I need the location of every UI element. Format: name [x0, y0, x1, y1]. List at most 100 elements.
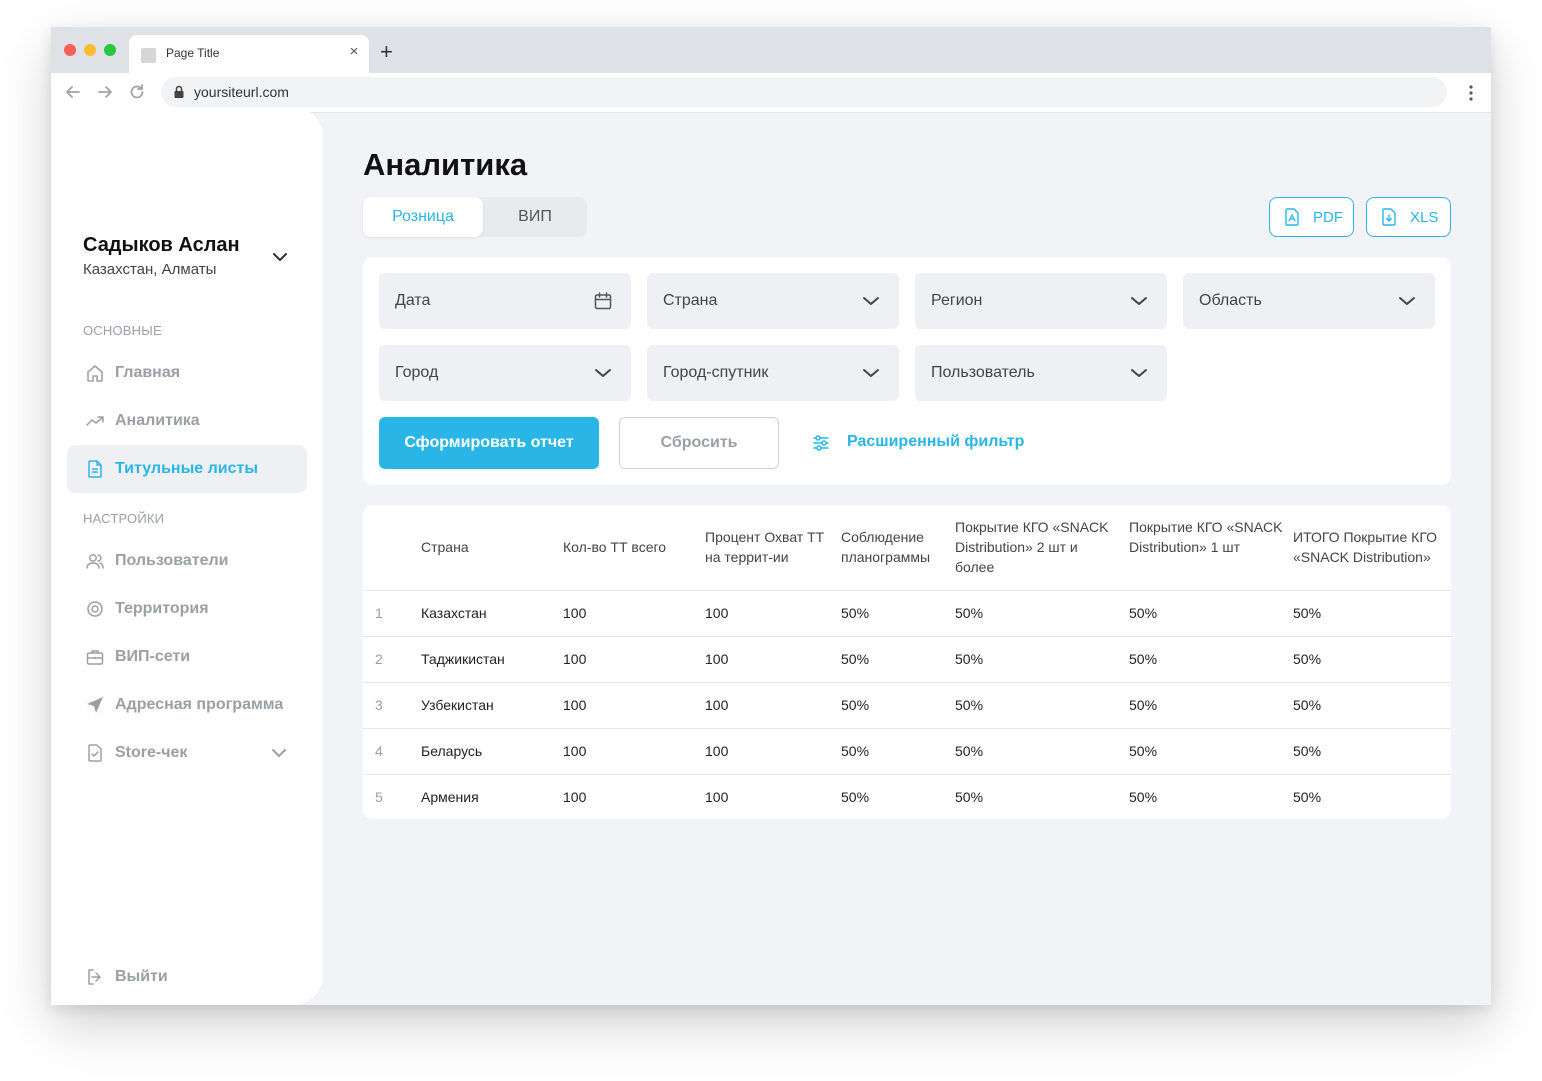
sidebar-item-address-program[interactable]: Адресная программа [67, 681, 307, 729]
date-field[interactable]: Дата [379, 273, 631, 329]
table-row[interactable]: 5 Армения 100 100 50% 50% 50% 50% [363, 775, 1451, 819]
sidebar-item-home[interactable]: Главная [67, 349, 307, 397]
table-header: Страна Кол-во ТТ всего Процент Охват ТТ … [363, 505, 1451, 591]
row-number: 2 [375, 651, 383, 667]
kgo-total-cell: 50% [1293, 651, 1322, 667]
download-file-icon [1382, 208, 1396, 226]
country-select[interactable]: Страна [647, 273, 899, 329]
sidebar-item-label: Территория [115, 600, 209, 617]
new-tab-icon[interactable]: + [380, 41, 393, 63]
window-zoom-button[interactable] [104, 44, 116, 56]
users-icon [86, 554, 104, 569]
sidebar-item-label: Титульные листы [115, 460, 258, 477]
planogram-cell: 50% [841, 651, 870, 667]
export-xls-button[interactable]: XLS [1366, 197, 1451, 237]
total-cell: 100 [563, 743, 587, 759]
table-row[interactable]: 1 Казахстан 100 100 50% 50% 50% 50% [363, 591, 1451, 637]
user-select[interactable]: Пользователь [915, 345, 1167, 401]
sidebar-item-title-sheets[interactable]: Титульные листы [67, 445, 307, 493]
close-tab-icon[interactable]: × [347, 43, 361, 60]
kgo-total-cell: 50% [1293, 789, 1322, 805]
table-row[interactable]: 2 Таджикистан 100 100 50% 50% 50% 50% [363, 637, 1451, 683]
user-name: Садыков Аслан [83, 234, 240, 256]
export-xls-label: XLS [1410, 209, 1439, 226]
page-title: Аналитика [363, 147, 528, 182]
sidebar-item-users[interactable]: Пользователи [67, 537, 307, 585]
table-row[interactable]: 4 Беларусь 100 100 50% 50% 50% 50% [363, 729, 1451, 775]
column-header: Соблюдение планограммы [841, 529, 931, 565]
logout-button[interactable]: Выйти [67, 953, 307, 1001]
calendar-icon[interactable] [593, 291, 613, 311]
total-cell: 100 [563, 605, 587, 621]
kgo1-cell: 50% [1129, 743, 1158, 759]
table-row[interactable]: 3 Узбекистан 100 100 50% 50% 50% 50% [363, 683, 1451, 729]
country-cell: Армения [421, 789, 479, 805]
kgo-total-cell: 50% [1293, 743, 1322, 759]
chevron-down-icon [595, 369, 611, 377]
chevron-down-icon [1131, 297, 1147, 305]
sidebar-item-label: Адресная программа [115, 696, 284, 713]
window-minimize-button[interactable] [84, 44, 96, 56]
user-select-label: Пользователь [931, 364, 1035, 381]
logout-label: Выйти [115, 968, 168, 985]
browser-tab[interactable]: Page Title × [129, 35, 369, 73]
pdf-file-icon [1285, 208, 1299, 226]
country-cell: Казахстан [421, 605, 487, 621]
coverage-cell: 100 [705, 697, 729, 713]
chevron-down-icon[interactable] [270, 247, 290, 267]
segment-control: Розница ВИП [363, 197, 587, 237]
analytics-table: Страна Кол-во ТТ всего Процент Охват ТТ … [363, 505, 1451, 819]
satellite-city-select[interactable]: Город-спутник [647, 345, 899, 401]
forward-icon[interactable] [95, 82, 115, 102]
tab-vip[interactable]: ВИП [483, 197, 587, 237]
sidebar-item-label: ВИП-сети [115, 648, 191, 665]
row-number: 4 [375, 743, 383, 759]
chevron-down-icon[interactable] [269, 743, 289, 763]
country-select-label: Страна [663, 292, 718, 309]
date-field-label: Дата [395, 292, 431, 309]
column-header: Покрытие КГО «SNACK Distribution» 1 шт [1129, 519, 1283, 555]
sidebar-item-analytics[interactable]: Аналитика [67, 397, 307, 445]
reset-button[interactable]: Сбросить [619, 417, 779, 469]
url-field[interactable]: yoursiteurl.com [161, 77, 1447, 107]
tab-retail[interactable]: Розница [363, 197, 483, 237]
total-cell: 100 [563, 651, 587, 667]
oblast-select-label: Область [1199, 292, 1262, 309]
coverage-cell: 100 [705, 743, 729, 759]
window-close-button[interactable] [64, 44, 76, 56]
sidebar-item-vip-networks[interactable]: ВИП-сети [67, 633, 307, 681]
column-header: Кол-во ТТ всего [563, 539, 667, 555]
checklist-icon [88, 744, 102, 762]
column-header: ИТОГО Покрытие КГО «SNACK Distribution» [1293, 529, 1438, 565]
sidebar-item-store-check[interactable]: Store-чек [67, 729, 307, 777]
generate-report-button[interactable]: Сформировать отчет [379, 417, 599, 469]
url-text: yoursiteurl.com [194, 84, 289, 100]
navigation-icon [87, 697, 103, 713]
browser-window: Page Title × + yoursiteurl.com Садыков А… [51, 27, 1491, 1005]
row-number: 5 [375, 789, 383, 805]
chevron-down-icon [863, 369, 879, 377]
planogram-cell: 50% [841, 697, 870, 713]
planogram-cell: 50% [841, 743, 870, 759]
city-select[interactable]: Город [379, 345, 631, 401]
browser-menu-icon[interactable] [1469, 85, 1473, 101]
sidebar-item-territory[interactable]: Территория [67, 585, 307, 633]
coverage-cell: 100 [705, 605, 729, 621]
export-pdf-label: PDF [1313, 209, 1343, 226]
country-cell: Таджикистан [421, 651, 505, 667]
region-select[interactable]: Регион [915, 273, 1167, 329]
reload-icon[interactable] [127, 82, 147, 102]
briefcase-icon [86, 650, 104, 665]
home-icon [87, 365, 103, 382]
favicon-icon [141, 48, 156, 63]
back-icon[interactable] [63, 82, 83, 102]
coverage-cell: 100 [705, 789, 729, 805]
oblast-select[interactable]: Область [1183, 273, 1435, 329]
kgo1-cell: 50% [1129, 651, 1158, 667]
chevron-down-icon [1399, 297, 1415, 305]
total-cell: 100 [563, 789, 587, 805]
kgo2-cell: 50% [955, 789, 984, 805]
kgo1-cell: 50% [1129, 605, 1158, 621]
advanced-filter-label: Расширенный фильтр [847, 433, 1025, 450]
export-pdf-button[interactable]: PDF [1269, 197, 1354, 237]
